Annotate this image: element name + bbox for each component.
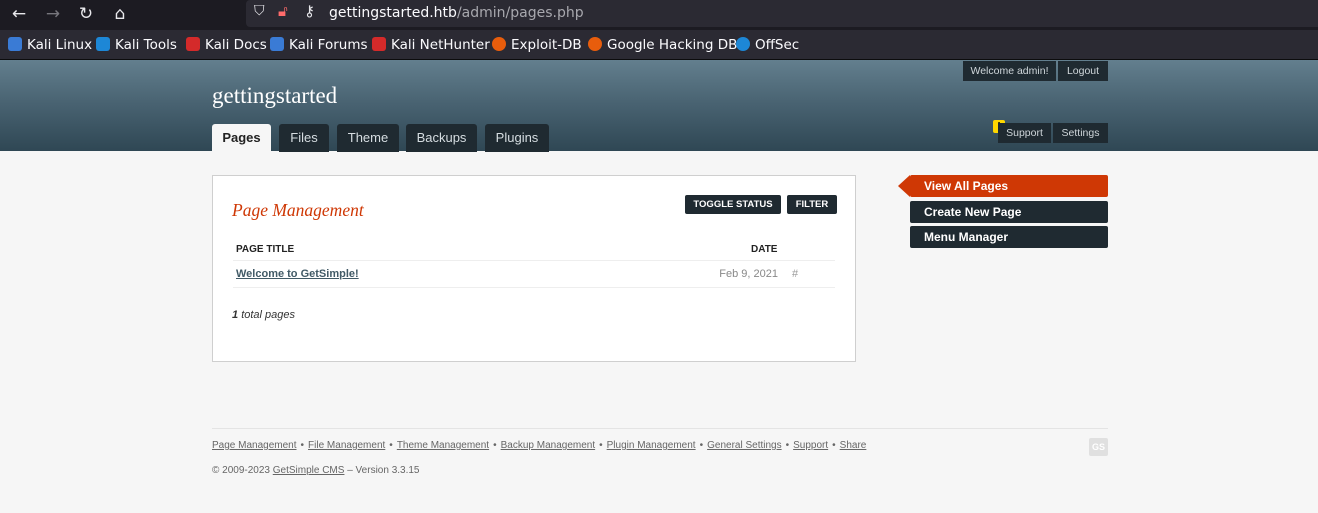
bookmark-label: Kali Tools xyxy=(115,37,177,53)
admin-header: gettingstarted Welcome admin! Logout ! S… xyxy=(0,60,1318,152)
filter-button[interactable]: FILTER xyxy=(787,195,837,214)
bookmark-kali-docs[interactable]: Kali Docs xyxy=(186,37,267,53)
site-name[interactable]: gettingstarted xyxy=(212,83,337,109)
footer-link-plugin-management[interactable]: Plugin Management xyxy=(607,440,696,451)
forward-arrow-icon[interactable]: → xyxy=(40,3,66,25)
footer-sep: • xyxy=(599,440,603,451)
footer-link-backup-management[interactable]: Backup Management xyxy=(501,440,596,451)
tab-pages[interactable]: Pages xyxy=(212,124,271,152)
bookmark-google-hacking-db[interactable]: Google Hacking DB xyxy=(588,37,737,53)
reload-icon[interactable]: ↻ xyxy=(73,3,99,25)
support-button[interactable]: Support xyxy=(998,123,1051,143)
tab-backups[interactable]: Backups xyxy=(406,124,477,152)
browser-toolbar: ← → ↻ ⌂ ⛉ 🔓︎ ⚷ gettingstarted.htb/admin/… xyxy=(0,0,1318,30)
ghdb-icon xyxy=(588,37,602,51)
footer-link-support[interactable]: Support xyxy=(793,440,828,451)
exploit-db-icon xyxy=(492,37,506,51)
bookmark-label: Kali Docs xyxy=(205,37,267,53)
footer-link-theme-management[interactable]: Theme Management xyxy=(397,440,489,451)
column-header-title: PAGE TITLE xyxy=(236,244,295,255)
bookmark-label: Kali Forums xyxy=(289,37,368,53)
copyright: © 2009-2023 GetSimple CMS – Version 3.3.… xyxy=(212,465,420,476)
nethunter-icon xyxy=(372,37,386,51)
sidebar-item-view-all-pages[interactable]: View All Pages xyxy=(910,175,1108,197)
back-arrow-icon[interactable]: ← xyxy=(6,3,32,25)
sidebar-item-create-new-page[interactable]: Create New Page xyxy=(910,201,1108,223)
bookmark-label: Kali Linux xyxy=(27,37,93,53)
footer-link-file-management[interactable]: File Management xyxy=(308,440,385,451)
bookmark-label: Google Hacking DB xyxy=(607,37,738,53)
url-host: gettingstarted.htb xyxy=(329,5,457,21)
footer-link-general-settings[interactable]: General Settings xyxy=(707,440,782,451)
divider xyxy=(233,287,835,288)
version-text: – Version 3.3.15 xyxy=(347,465,420,476)
footer-divider xyxy=(212,428,1108,429)
bookmark-label: OffSec xyxy=(755,37,800,53)
bookmark-exploit-db[interactable]: Exploit-DB xyxy=(492,37,582,53)
kali-icon xyxy=(8,37,22,51)
page-link-welcome[interactable]: Welcome to GetSimple! xyxy=(236,268,359,280)
getsimple-logo[interactable]: GS xyxy=(1089,438,1108,456)
lock-icon[interactable]: 🔓︎ xyxy=(278,2,288,20)
bookmark-kali-forums[interactable]: Kali Forums xyxy=(270,37,368,53)
bookmark-kali-nethunter[interactable]: Kali NetHunter xyxy=(372,37,490,53)
settings-button[interactable]: Settings xyxy=(1053,123,1108,143)
home-icon[interactable]: ⌂ xyxy=(107,3,133,25)
view-page-link[interactable]: # xyxy=(792,268,798,280)
tab-files[interactable]: Files xyxy=(279,124,329,152)
bookmarks-bar: Kali Linux Kali Tools Kali Docs Kali For… xyxy=(0,30,1318,60)
total-pages: 1 total pages xyxy=(232,309,295,321)
footer-sep: • xyxy=(699,440,704,451)
kali-docs-icon xyxy=(186,37,200,51)
url-text[interactable]: gettingstarted.htb/admin/pages.php xyxy=(329,5,584,21)
page-management-panel: Page Management TOGGLE STATUS FILTER PAG… xyxy=(212,175,856,362)
bookmark-kali-linux[interactable]: Kali Linux xyxy=(8,37,92,53)
footer-sep: • xyxy=(785,440,790,451)
key-icon[interactable]: ⚷ xyxy=(304,2,315,20)
logout-button[interactable]: Logout xyxy=(1058,61,1108,81)
copyright-prefix: © 2009-2023 xyxy=(212,465,270,476)
footer-sep: • xyxy=(493,440,497,451)
kali-forums-icon xyxy=(270,37,284,51)
bookmark-offsec[interactable]: OffSec xyxy=(736,37,799,53)
address-bar[interactable]: ⛉ 🔓︎ ⚷ gettingstarted.htb/admin/pages.ph… xyxy=(246,0,1318,27)
column-header-date: DATE xyxy=(751,244,778,255)
footer-sep: • xyxy=(300,440,305,451)
page-date: Feb 9, 2021 xyxy=(719,268,778,280)
sidebar-item-menu-manager[interactable]: Menu Manager xyxy=(910,226,1108,248)
active-indicator xyxy=(898,175,910,197)
offsec-icon xyxy=(736,37,750,51)
toggle-status-button[interactable]: TOGGLE STATUS xyxy=(685,195,781,214)
footer-sep: • xyxy=(832,440,836,451)
tab-plugins[interactable]: Plugins xyxy=(485,124,549,152)
page-title: Page Management xyxy=(232,200,364,220)
getsimple-cms-link[interactable]: GetSimple CMS xyxy=(273,465,345,476)
tab-theme[interactable]: Theme xyxy=(337,124,399,152)
shield-icon[interactable]: ⛉ xyxy=(254,3,265,19)
footer-link-page-management[interactable]: Page Management xyxy=(212,440,297,451)
footer-link-share[interactable]: Share xyxy=(840,440,867,451)
footer-sep: • xyxy=(389,440,393,451)
bookmark-kali-tools[interactable]: Kali Tools xyxy=(96,37,177,53)
bookmark-label: Exploit-DB xyxy=(511,37,582,53)
total-count: 1 xyxy=(232,309,239,321)
kali-tools-icon xyxy=(96,37,110,51)
bookmark-label: Kali NetHunter xyxy=(391,37,490,53)
welcome-button[interactable]: Welcome admin! xyxy=(963,61,1056,81)
url-path: /admin/pages.php xyxy=(456,5,584,21)
footer-links: Page Management • File Management • Theme Ma… xyxy=(212,440,866,451)
total-label: total pages xyxy=(241,309,296,321)
divider xyxy=(233,260,835,261)
